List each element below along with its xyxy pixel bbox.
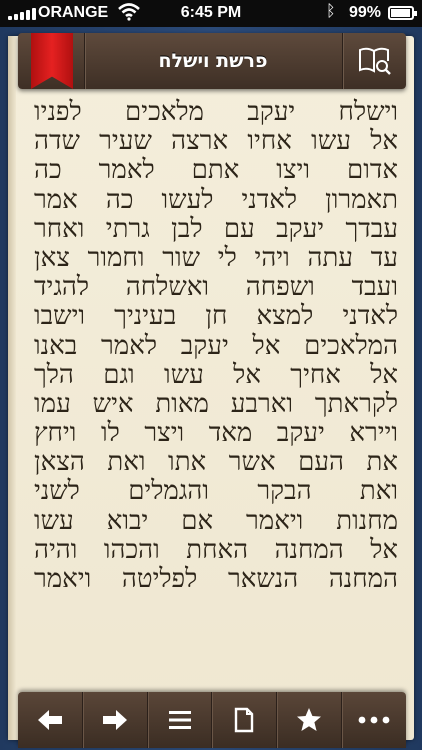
text-line: המלאכים אל יעקב לאמר באנו [34,331,398,361]
book-search-button[interactable] [344,33,406,89]
text-line: עד עתה ויהי לי שור וחמור צאן [34,243,398,273]
header-bar: פרשת וישלח [18,33,406,89]
text-line: לקראתך וארבע מאות איש עמו [34,389,398,419]
arrow-right-icon [102,710,127,730]
status-bar: ORANGE 6:45 PM ᛒ 99% [0,0,422,27]
page-button[interactable] [211,692,276,748]
text-line: ואת הבקר והגמלים לשני [34,477,398,507]
text-line: ויירא יעקב מאד ויצר לו ויחץ [34,419,398,449]
text-line: וישלח יעקב מלאכים לפניו [34,98,398,127]
text-line: לאדני למצא חן בעיניך וישבו [34,302,398,332]
list-icon [168,711,191,729]
page-icon [235,707,254,733]
book-search-icon [359,47,391,75]
more-button[interactable] [341,692,406,748]
arrow-left-icon [37,710,62,730]
contents-button[interactable] [146,692,212,748]
text-line: המחנה הנשאר לפליטה ויאמר [34,565,398,594]
page-title: פרשת וישלח [158,50,268,72]
favorite-button[interactable] [276,692,341,748]
text-line: תאמרון לאדני לעשו כה אמר [34,185,398,215]
next-button[interactable] [81,692,147,748]
more-icon [358,716,390,724]
text-line: עבדך יעקב עם לבן גרתי ואחר [34,214,398,244]
text-line: אל המחנה האחת והכהו והיה [34,535,398,565]
text-line: את העם אשר אתו ואת הצאן [34,448,398,478]
text-line: מחנות ויאמר אם יבוא עשו [34,506,398,536]
battery-icon [388,6,417,20]
bottom-toolbar [18,692,406,748]
text-line: אל עשו אחיו ארצה שעיר שדה [34,127,398,157]
torah-text: וישלח יעקב מלאכים לפניו אל עשו אחיו ארצה … [34,98,398,692]
star-icon [297,708,322,731]
battery-percent: 99% [349,4,382,21]
text-line: ועבד ושפחה ואשלחה להגיד [34,273,398,303]
text-line: אדום ויצו אתם לאמר כה [34,156,398,186]
bluetooth-icon: ᛒ [326,3,336,20]
text-line: אל אחיך אל עשו וגם הלך [34,360,398,390]
previous-button[interactable] [18,692,82,748]
